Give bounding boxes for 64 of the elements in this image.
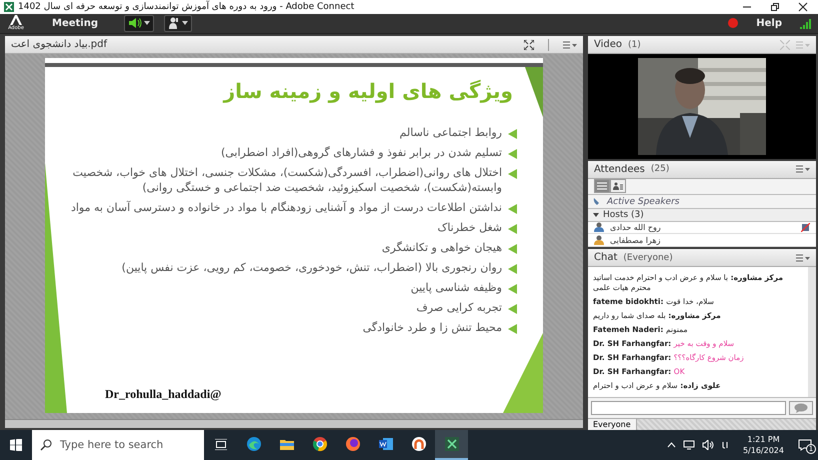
triangle-icon xyxy=(593,212,599,218)
bullet-text: نداشتن اطلاعات درست از مواد و آشنایی زودهنگام با مواد در خانواده و دسترسی آسان به مواد xyxy=(70,200,502,215)
menu-icon[interactable] xyxy=(796,165,810,174)
bullet-text: محیط تنش زا و طرد خانوادگی xyxy=(362,320,502,335)
speaker-icon xyxy=(128,17,142,30)
bullet-text: هیجان خواهی و تکانشگری xyxy=(382,240,502,255)
keyboard-language-icon[interactable] xyxy=(720,441,729,449)
close-icon[interactable] xyxy=(798,2,808,12)
bullet-text: اختلال های روانی(اضطراب، افسردگی(شکست)، مشکلات جنسی، اختلال های خواب، شخصیت وابسته(شکست)، شخصیت اسکیزوئید، شخصیت ضد اجتماعی و خستگی روانی) xyxy=(72,165,502,195)
task-view-icon[interactable] xyxy=(214,438,228,450)
window-title: ورود به دوره های آموزش توانمندسازی و توسعه حرفه ای سال 1402 - Adobe Connect xyxy=(18,2,354,12)
speech-bubble-icon xyxy=(794,403,808,413)
volume-icon[interactable] xyxy=(702,440,714,450)
notification-icon[interactable] xyxy=(798,439,812,451)
user-icon xyxy=(594,222,604,232)
menu-icon[interactable] xyxy=(796,254,810,262)
list-icon xyxy=(597,182,607,190)
pod-title: Video xyxy=(594,39,622,50)
chevron-up-icon[interactable] xyxy=(666,442,676,448)
help-menu[interactable]: Help xyxy=(756,18,782,29)
participant-count: (1) xyxy=(628,40,641,50)
bullet-text: تجربه کرایی صرف xyxy=(416,300,502,315)
fullscreen-icon[interactable] xyxy=(524,40,534,50)
attendee-name: روح الله حدادی xyxy=(610,222,661,232)
person-list-icon xyxy=(613,182,623,190)
group-header[interactable]: Hosts (3) xyxy=(588,208,816,222)
clock-time: 1:21 PM xyxy=(747,434,780,445)
raise-hand-button[interactable] xyxy=(164,14,192,32)
chat-scope: (Everyone) xyxy=(623,252,673,262)
meeting-menu[interactable]: Meeting xyxy=(36,18,114,29)
clock-date: 5/16/2024 xyxy=(742,445,784,456)
signature: Dr_rohulla_haddadi@ xyxy=(105,387,222,402)
active-speakers-label: Active Speakers xyxy=(607,196,680,207)
user-icon xyxy=(594,235,604,246)
menu-icon[interactable] xyxy=(563,40,577,48)
bullet-text: وظیفه شناسی پایین xyxy=(410,280,502,295)
pod-title: Attendees xyxy=(594,164,645,175)
browser-icon[interactable] xyxy=(246,436,262,452)
bullet-text: روان رنجوری بالا (اضطراب، تنش، خودخوری، خصومت، کم رویی، عزت نفس پایین) xyxy=(122,260,502,275)
list-view-button[interactable] xyxy=(594,179,610,194)
speaker-button[interactable] xyxy=(124,14,154,32)
person-icon xyxy=(168,17,180,30)
word-processor-icon[interactable] xyxy=(378,436,394,452)
network-icon[interactable] xyxy=(682,440,695,450)
caret-icon[interactable] xyxy=(144,21,150,26)
search-icon xyxy=(40,439,52,451)
search-field[interactable]: Type here to search xyxy=(32,430,204,460)
restore-icon[interactable] xyxy=(770,2,780,12)
grid-view-button[interactable] xyxy=(610,179,626,194)
chat-tab[interactable]: Everyone xyxy=(588,419,637,430)
slide-title: ویژگی های اولیه و زمینه ساز xyxy=(222,79,513,103)
attendee-count: (25) xyxy=(650,164,670,174)
message-input[interactable] xyxy=(591,401,786,415)
pod-title: Chat xyxy=(594,252,618,263)
bullet-text: تسلیم شدن در برابر نفوذ و فشارهای گروهی(افراد اضطرابی) xyxy=(220,145,502,160)
bullet-text: روابط اجتماعی ناسالم xyxy=(400,125,502,140)
app-icon[interactable] xyxy=(410,436,426,452)
browser-icon[interactable] xyxy=(312,436,328,452)
file-name: بیاد دانشجوی اعت.pdf xyxy=(11,39,108,50)
bullet-text: شغل خطرناک xyxy=(437,220,502,235)
record-icon[interactable] xyxy=(728,18,738,28)
signal-icon xyxy=(800,18,812,29)
attendee-name: زهرا مصطفایی xyxy=(610,236,660,245)
caret-icon[interactable] xyxy=(182,21,188,26)
